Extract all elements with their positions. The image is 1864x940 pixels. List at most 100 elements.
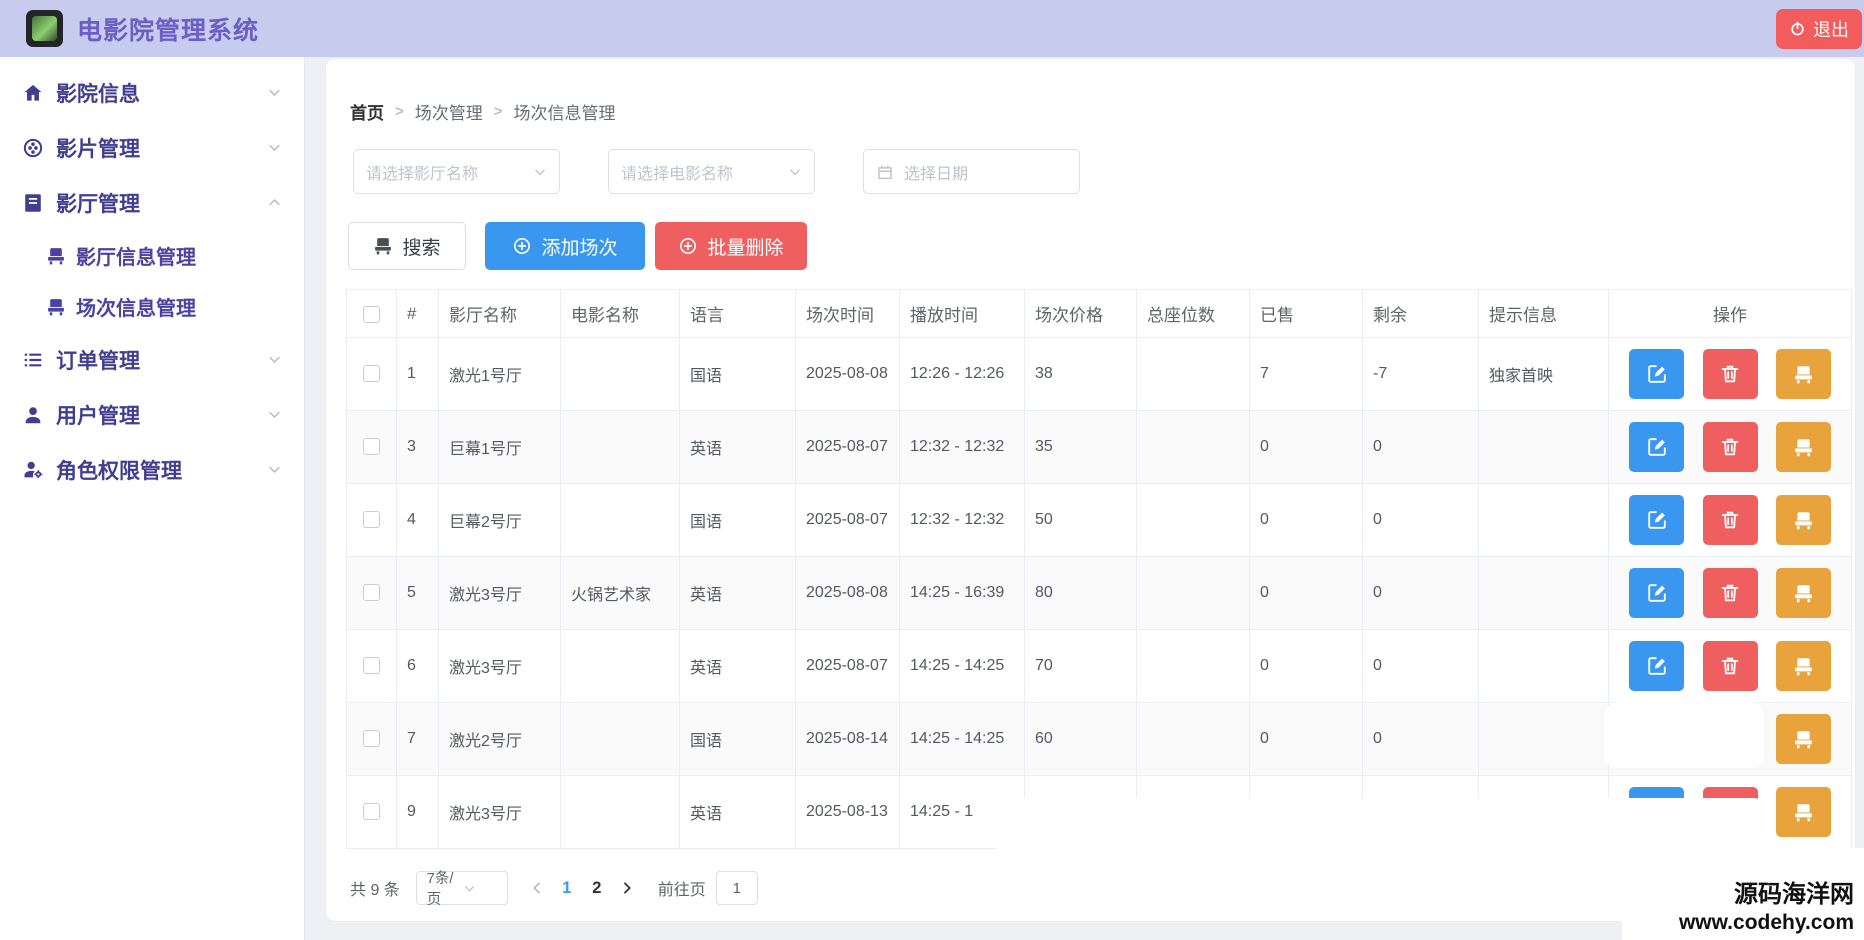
date-picker[interactable]: 选择日期	[863, 149, 1080, 194]
cell-language: 英语	[680, 411, 796, 484]
edit-icon	[1646, 582, 1668, 604]
cell-language: 英语	[680, 776, 796, 849]
trash-icon	[1719, 582, 1741, 604]
trash-icon	[1719, 436, 1741, 458]
select-all-checkbox[interactable]	[363, 306, 380, 323]
sidebar-item-hall-info-mgmt[interactable]: 影厅信息管理	[0, 230, 304, 281]
search-button[interactable]: 搜索	[348, 222, 466, 270]
sidebar-item-film-mgmt[interactable]: 影片管理	[0, 120, 304, 175]
table-row: 4 巨幕2号厅 国语 2025-08-07 12:32 - 12:32 50 0…	[347, 484, 1852, 557]
cell-session-date: 2025-08-08	[796, 557, 900, 630]
delete-button[interactable]	[1703, 641, 1758, 691]
calendar-icon	[876, 163, 894, 181]
delete-button[interactable]	[1703, 568, 1758, 618]
cell-index: 4	[397, 484, 439, 557]
sidebar-item-user-mgmt[interactable]: 用户管理	[0, 387, 304, 442]
film-reel-icon	[22, 137, 44, 159]
batch-delete-button[interactable]: 批量删除	[655, 222, 807, 270]
page-number-1[interactable]: 1	[552, 871, 582, 905]
sidebar-item-order-mgmt[interactable]: 订单管理	[0, 332, 304, 387]
cell-hall-name: 激光3号厅	[439, 776, 561, 849]
row-checkbox[interactable]	[363, 438, 380, 455]
edit-button[interactable]	[1629, 641, 1684, 691]
cell-sold: 7	[1250, 338, 1363, 411]
add-session-button[interactable]: 添加场次	[485, 222, 645, 270]
seats-button[interactable]	[1776, 568, 1831, 618]
cell-tip	[1479, 630, 1609, 703]
cell-movie-name	[561, 411, 680, 484]
table-row: 5 激光3号厅 火锅艺术家 英语 2025-08-08 14:25 - 16:3…	[347, 557, 1852, 630]
cell-price: 80	[1025, 557, 1137, 630]
movie-name-select[interactable]: 请选择电影名称	[608, 149, 815, 194]
seats-button[interactable]	[1776, 422, 1831, 472]
cell-index: 7	[397, 703, 439, 776]
cell-price: 50	[1025, 484, 1137, 557]
edit-icon	[1646, 436, 1668, 458]
sidebar-item-role-permission-mgmt[interactable]: 角色权限管理	[0, 442, 304, 497]
edit-button[interactable]	[1629, 495, 1684, 545]
edit-icon	[1646, 655, 1668, 677]
cell-sold: 0	[1250, 557, 1363, 630]
cell-total-seats	[1137, 703, 1250, 776]
breadcrumb-home[interactable]: 首页	[350, 99, 384, 124]
next-page-button[interactable]	[612, 871, 642, 905]
cell-tip: 独家首映	[1479, 338, 1609, 411]
edit-button[interactable]	[1629, 349, 1684, 399]
delete-button[interactable]	[1703, 349, 1758, 399]
cell-movie-name	[561, 338, 680, 411]
seats-button[interactable]	[1776, 495, 1831, 545]
row-checkbox[interactable]	[363, 584, 380, 601]
seat-icon	[1793, 729, 1814, 750]
seats-button[interactable]	[1776, 349, 1831, 399]
watermark-overlay-row7	[1604, 702, 1764, 768]
cell-index: 3	[397, 411, 439, 484]
batch-delete-label: 批量删除	[707, 233, 783, 260]
edit-button[interactable]	[1629, 568, 1684, 618]
row-checkbox[interactable]	[363, 803, 380, 820]
cell-hall-name: 激光3号厅	[439, 630, 561, 703]
chevron-down-icon	[267, 85, 282, 100]
cell-hall-name: 激光2号厅	[439, 703, 561, 776]
sidebar-item-label: 影厅管理	[56, 188, 140, 218]
row-checkbox[interactable]	[363, 657, 380, 674]
cell-play-time: 14:25 - 14:25	[900, 703, 1025, 776]
cell-language: 国语	[680, 703, 796, 776]
chevron-down-icon	[533, 165, 547, 179]
sidebar-item-session-info-mgmt[interactable]: 场次信息管理	[0, 281, 304, 332]
cell-hall-name: 激光1号厅	[439, 338, 561, 411]
table-row: 3 巨幕1号厅 英语 2025-08-07 12:32 - 12:32 35 0…	[347, 411, 1852, 484]
cell-play-time: 12:26 - 12:26	[900, 338, 1025, 411]
cell-price: 38	[1025, 338, 1137, 411]
logout-button[interactable]: 退出	[1776, 9, 1862, 49]
row-checkbox[interactable]	[363, 730, 380, 747]
edit-button[interactable]	[1629, 422, 1684, 472]
goto-page-input[interactable]: 1	[716, 871, 758, 905]
seats-button[interactable]	[1776, 787, 1831, 837]
row-checkbox[interactable]	[363, 511, 380, 528]
seat-icon	[1793, 583, 1814, 604]
sidebar-item-hall-mgmt[interactable]: 影厅管理	[0, 175, 304, 230]
seats-button[interactable]	[1776, 641, 1831, 691]
seats-button[interactable]	[1776, 714, 1831, 764]
row-checkbox[interactable]	[363, 365, 380, 382]
breadcrumb-session-mgmt[interactable]: 场次管理	[415, 99, 483, 124]
watermark-corner: 源码海洋网 www.codehy.com	[1622, 848, 1864, 940]
hall-icon	[22, 192, 44, 214]
cell-index: 9	[397, 776, 439, 849]
plus-circle-icon	[512, 236, 532, 256]
prev-page-button[interactable]	[522, 871, 552, 905]
sidebar-item-cinema-info[interactable]: 影院信息	[0, 65, 304, 120]
date-placeholder: 选择日期	[904, 160, 1067, 184]
delete-button[interactable]	[1703, 422, 1758, 472]
column-header-sold: 已售	[1250, 290, 1363, 338]
delete-button[interactable]	[1703, 495, 1758, 545]
hall-name-select[interactable]: 请选择影厅名称	[353, 149, 560, 194]
cell-session-date: 2025-08-13	[796, 776, 900, 849]
page-number-2[interactable]: 2	[582, 871, 612, 905]
plus-circle-icon	[678, 236, 698, 256]
chevron-up-icon	[267, 195, 282, 210]
edit-icon	[1646, 509, 1668, 531]
seat-icon	[46, 246, 66, 266]
page-size-select[interactable]: 7条/页	[416, 871, 508, 905]
cell-play-time: 14:25 - 16:39	[900, 557, 1025, 630]
